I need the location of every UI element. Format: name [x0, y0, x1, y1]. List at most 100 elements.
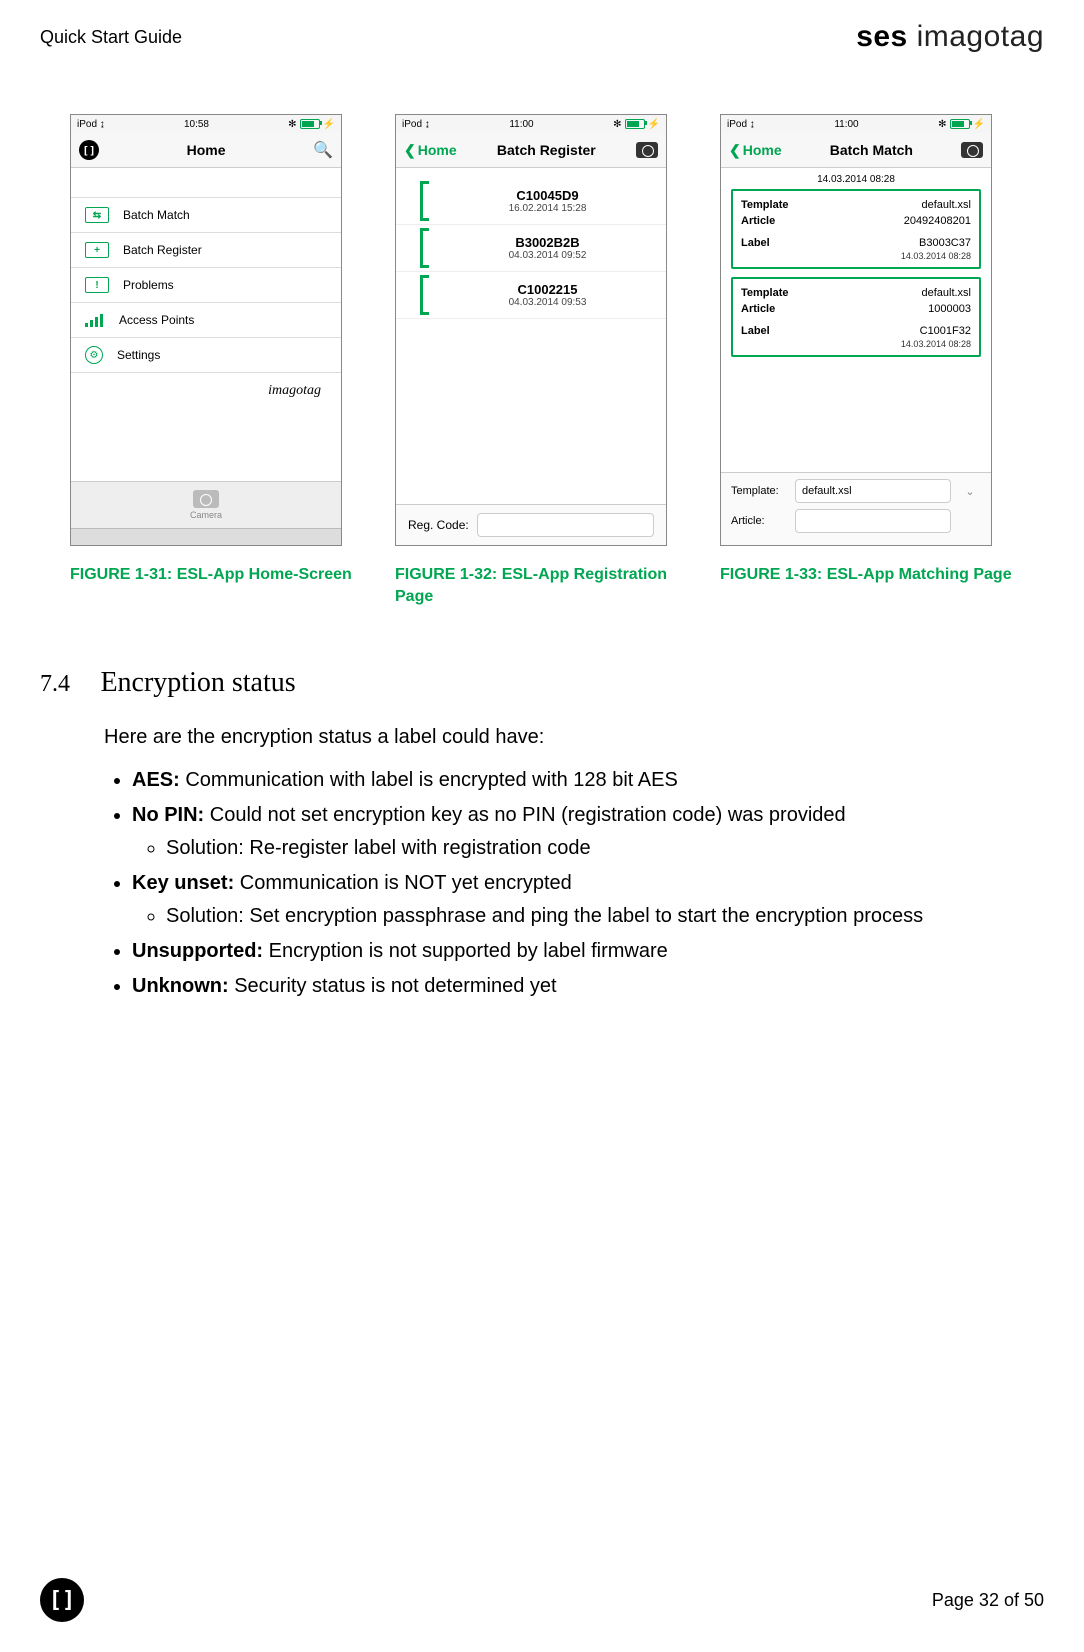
- menu-item-problems[interactable]: ! Problems: [71, 267, 341, 303]
- bracket-icon: [420, 181, 429, 221]
- reg-code: C10045D9: [516, 188, 578, 203]
- figure-caption-1: FIGURE 1-31: ESL-App Home-Screen: [70, 564, 370, 586]
- camera-label: Camera: [190, 510, 222, 520]
- reg-date: 16.02.2014 15:28: [509, 203, 587, 214]
- template-input[interactable]: [795, 479, 951, 503]
- status-carrier: iPod ↨: [402, 119, 430, 130]
- menu-item-batch-match[interactable]: ⇆ Batch Match: [71, 197, 341, 233]
- status-aes: AES: Communication with label is encrypt…: [132, 766, 1044, 795]
- chevron-down-icon[interactable]: ⌄: [959, 485, 981, 498]
- app-logo-icon: []: [79, 140, 99, 160]
- k-article: Article: [741, 303, 775, 315]
- bracket-icon: [420, 228, 429, 268]
- figure-caption-3: FIGURE 1-33: ESL-App Matching Page: [720, 564, 1020, 586]
- regcode-label: Reg. Code:: [408, 518, 469, 532]
- article-input[interactable]: [795, 509, 951, 533]
- v-template: default.xsl: [921, 287, 971, 299]
- menu-label: Problems: [123, 278, 174, 292]
- menu-label: Batch Match: [123, 208, 190, 222]
- logo-imagotag: imagotag: [908, 20, 1044, 53]
- wifi-icon: ↨: [100, 119, 105, 130]
- menu-item-settings[interactable]: ⚙ Settings: [71, 337, 341, 373]
- esl-app-matching-screenshot: iPod ↨ 11:00 ✻⚡ ❮Home Batch Match 14.03.…: [720, 114, 992, 546]
- status-keyunset: Key unset: Communication is NOT yet encr…: [132, 869, 1044, 931]
- template-label: Template:: [731, 485, 787, 497]
- signal-icon: [85, 313, 105, 327]
- status-carrier: iPod ↨: [727, 119, 755, 130]
- article-label: Article:: [731, 515, 787, 527]
- esl-app-registration-screenshot: iPod ↨ 11:00 ✻⚡ ❮Home Batch Register C10…: [395, 114, 667, 546]
- v-template: default.xsl: [921, 199, 971, 211]
- alert-icon: !: [85, 277, 109, 293]
- nav-title: Batch Match: [830, 142, 913, 158]
- menu-item-access-points[interactable]: Access Points: [71, 302, 341, 338]
- reg-list-item[interactable]: B3002B2B04.03.2014 09:52: [396, 225, 666, 272]
- status-list: AES: Communication with label is encrypt…: [104, 766, 1044, 1001]
- back-button[interactable]: ❮Home: [729, 142, 782, 159]
- logo-ses: ses: [856, 20, 908, 53]
- k-article: Article: [741, 215, 775, 227]
- camera-icon: [193, 490, 219, 508]
- v-label: C1001F32: [920, 325, 971, 337]
- k-label: Label: [741, 325, 770, 337]
- v-date: 14.03.2014 08:28: [741, 251, 971, 261]
- status-nopin-solution: Solution: Re-register label with registr…: [166, 834, 1044, 863]
- v-label: B3003C37: [919, 237, 971, 249]
- camera-tab[interactable]: Camera: [71, 481, 341, 528]
- v-article: 20492408201: [904, 215, 971, 227]
- reg-list-item[interactable]: C100221504.03.2014 09:53: [396, 272, 666, 319]
- camera-icon[interactable]: [636, 142, 658, 158]
- reg-list-item[interactable]: C10045D916.02.2014 15:28: [396, 178, 666, 225]
- link-icon: ⇆: [85, 207, 109, 223]
- menu-item-batch-register[interactable]: + Batch Register: [71, 232, 341, 268]
- reg-date: 04.03.2014 09:53: [509, 297, 587, 308]
- menu-label: Settings: [117, 348, 160, 362]
- k-template: Template: [741, 287, 788, 299]
- doc-title: Quick Start Guide: [40, 27, 182, 48]
- status-time: 10:58: [184, 119, 209, 130]
- match-block[interactable]: Template default.xsl Article 20492408201 L…: [731, 189, 981, 269]
- camera-icon[interactable]: [961, 142, 983, 158]
- esl-app-home-screenshot: iPod ↨ 10:58 ✻⚡ [] Home 🔍 ⇆ Batch Match +…: [70, 114, 342, 546]
- reg-code: C1002215: [518, 282, 578, 297]
- chevron-left-icon: ❮: [729, 142, 741, 159]
- section-intro: Here are the encryption status a label c…: [104, 723, 1044, 752]
- brand-row: imagotag: [71, 373, 341, 409]
- battery-icon: ✻⚡: [288, 119, 335, 130]
- brand-logo: ses imagotag: [856, 20, 1044, 54]
- status-carrier: iPod ↨: [77, 119, 105, 130]
- search-icon[interactable]: 🔍: [313, 140, 333, 160]
- status-time: 11:00: [509, 119, 533, 130]
- reg-date: 04.03.2014 09:52: [509, 250, 587, 261]
- bracket-icon: [420, 275, 429, 315]
- menu-label: Access Points: [119, 313, 194, 327]
- home-indicator: [71, 528, 341, 545]
- nav-title: Batch Register: [497, 142, 596, 158]
- k-template: Template: [741, 199, 788, 211]
- battery-icon: ✻⚡: [938, 119, 985, 130]
- regcode-input[interactable]: [477, 513, 654, 537]
- page-number: Page 32 of 50: [932, 1590, 1044, 1611]
- status-time: 11:00: [834, 119, 858, 130]
- status-unknown: Unknown: Security status is not determin…: [132, 972, 1044, 1001]
- gear-icon: ⚙: [85, 346, 103, 364]
- plus-icon: +: [85, 242, 109, 258]
- battery-icon: ✻⚡: [613, 119, 660, 130]
- v-date: 14.03.2014 08:28: [741, 339, 971, 349]
- match-block[interactable]: Template default.xsl Article 1000003 Label…: [731, 277, 981, 357]
- k-label: Label: [741, 237, 770, 249]
- back-button[interactable]: ❮Home: [404, 142, 457, 159]
- menu-label: Batch Register: [123, 243, 202, 257]
- reg-code: B3002B2B: [515, 235, 579, 250]
- figure-caption-2: FIGURE 1-32: ESL-App Registration Page: [395, 564, 695, 607]
- status-nopin: No PIN: Could not set encryption key as …: [132, 801, 1044, 863]
- footer-logo-icon: []: [40, 1578, 84, 1622]
- match-top-date: 14.03.2014 08:28: [731, 174, 981, 185]
- section-number: 7.4: [40, 671, 96, 698]
- v-article: 1000003: [928, 303, 971, 315]
- status-keyunset-solution: Solution: Set encryption passphrase and …: [166, 902, 1044, 931]
- nav-title: Home: [187, 142, 226, 158]
- status-unsupported: Unsupported: Encryption is not supported…: [132, 937, 1044, 966]
- chevron-left-icon: ❮: [404, 142, 416, 159]
- section-title: Encryption status: [100, 667, 295, 698]
